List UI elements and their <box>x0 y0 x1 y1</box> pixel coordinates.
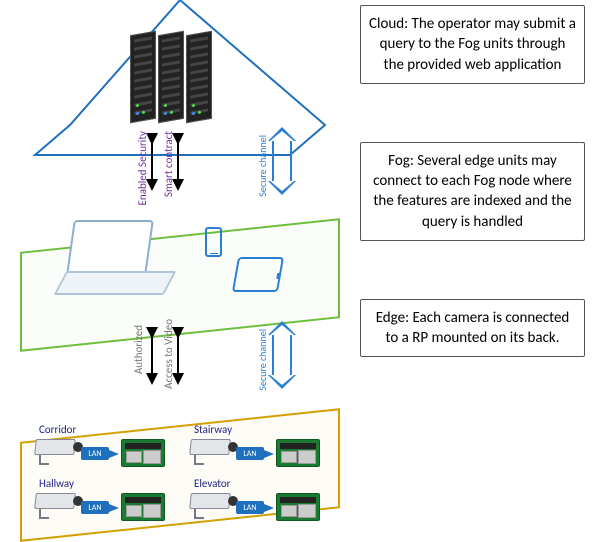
edge-tier-description: Edge: Each camera is connected to a RP m… <box>360 299 585 358</box>
edge-unit-elevator: Elevator LAN <box>190 481 330 525</box>
architecture-diagram: Enabled Security Smart contract Secure c… <box>10 5 350 533</box>
tier-descriptions: Cloud: The operator may submit a query t… <box>360 5 585 533</box>
fog-layer <box>10 185 350 343</box>
camera-icon <box>35 493 81 513</box>
camera-label: Hallway <box>39 477 74 490</box>
edge-unit-corridor: Corridor LAN <box>35 427 175 471</box>
camera-label: Stairway <box>194 423 232 436</box>
server-rack-icon <box>130 33 212 121</box>
edge-unit-stairway: Stairway LAN <box>190 427 330 471</box>
secure-channel-arrow-icon-2 <box>268 323 296 387</box>
laptop-icon <box>70 220 180 300</box>
secure-channel-arrow-icon <box>268 129 296 193</box>
edge-layer: Corridor LAN Stairway LAN Hallway LAN El… <box>10 375 350 533</box>
lan-arrow-icon: LAN <box>81 501 109 514</box>
tablet-icon <box>232 257 284 292</box>
raspberry-pi-icon <box>276 493 320 521</box>
fog-tier-description: Fog: Several edge units may connect to e… <box>360 142 585 241</box>
camera-icon <box>190 439 236 459</box>
camera-label: Corridor <box>39 423 76 436</box>
smartphone-icon <box>205 227 222 257</box>
camera-label: Elevator <box>194 477 231 490</box>
raspberry-pi-icon <box>121 493 165 521</box>
camera-icon <box>190 493 236 513</box>
lan-arrow-icon: LAN <box>236 501 264 514</box>
edge-unit-hallway: Hallway LAN <box>35 481 175 525</box>
authorized-label: Authorized <box>132 325 145 374</box>
lan-arrow-icon: LAN <box>236 447 264 460</box>
cloud-tier-description: Cloud: The operator may submit a query t… <box>360 5 585 84</box>
cloud-fog-link <box>140 133 230 193</box>
lan-arrow-icon: LAN <box>81 447 109 460</box>
raspberry-pi-icon <box>121 439 165 467</box>
raspberry-pi-icon <box>276 439 320 467</box>
camera-icon <box>35 439 81 459</box>
